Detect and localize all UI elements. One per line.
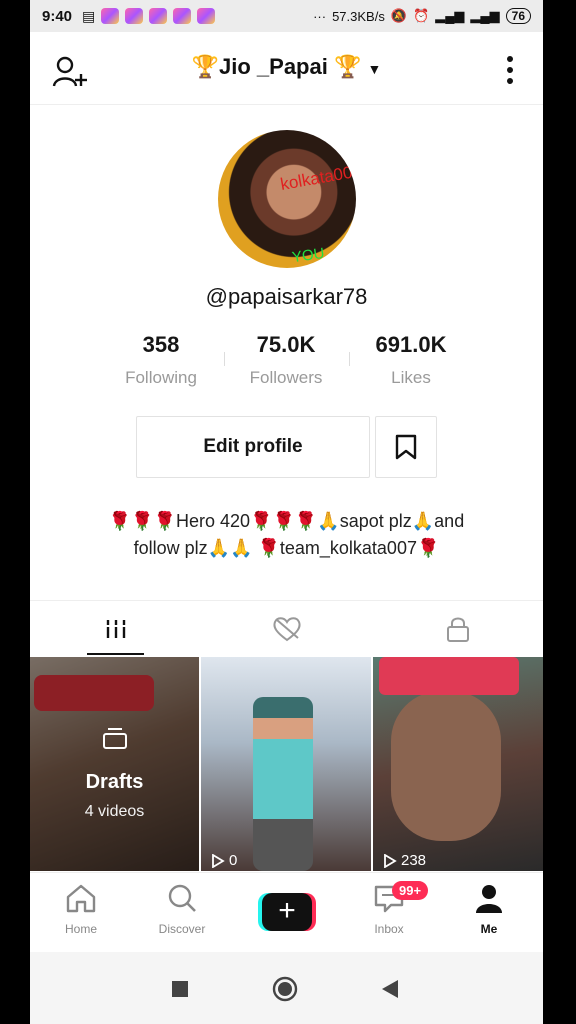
nav-label: Inbox [374,922,404,936]
nav-label: Me [480,922,498,936]
liked-heart-hidden-icon [272,617,301,642]
drafts-icon [103,728,127,749]
video-thumbnail [253,697,313,871]
thumbnail-overlay [30,657,199,871]
system-nav-bar [30,952,543,1024]
drafts-title: Drafts [85,771,144,793]
nav-inbox[interactable]: 99+ Inbox [344,881,434,936]
message-icon: ▤ [82,7,96,24]
alarm-icon: ⏰ [413,8,430,23]
bottom-nav: Home Discover + 99+ Inbox Me [30,872,543,953]
back-icon[interactable] [380,979,400,999]
app-notification-icon [149,8,168,24]
nav-label: Discover [158,922,206,936]
thumbnail-detail [379,657,519,695]
nav-discover[interactable]: Discover [137,883,227,936]
app-notification-icon [125,8,144,24]
notification-icons: ▤ [82,7,216,25]
play-icon [384,853,397,868]
bio: 🌹🌹🌹Hero 420🌹🌹🌹🙏sapot plz🙏and follow plz🙏… [70,508,503,562]
avatar-watermark: YOU [290,244,326,267]
video-tile[interactable]: 0 [201,657,371,871]
inbox-badge: 99+ [392,881,429,900]
avatar-watermark: kolkata007 [278,161,356,195]
create-video-button[interactable]: + [258,893,316,931]
status-right: ··· 57.3KB/s 🔕 ⏰ ▂▄▆ ▂▄▆ 76 [313,8,531,24]
stat-label: Likes [391,368,431,387]
stat-likes[interactable]: 691.0K Likes [336,332,486,388]
video-grid: Drafts 4 videos 0 238 [30,657,543,871]
tab-liked[interactable] [201,601,372,657]
app-notification-icon [173,8,192,24]
username: @papaisarkar78 [205,284,368,309]
mute-icon: 🔕 [390,8,408,23]
app-notification-icon [197,8,216,24]
trophy-icon: 🏆 [333,54,362,79]
more-notifications-icon: ··· [313,8,327,24]
video-tile[interactable]: 238 [373,657,543,871]
stat-divider [224,352,225,366]
tab-private[interactable] [372,601,543,657]
plus-icon: + [262,893,312,931]
battery-icon: 76 [505,8,531,24]
grid-icon [104,620,127,638]
home-icon [66,884,96,913]
play-count: 0 [211,852,237,869]
status-time: 9:40 [42,7,73,25]
favorites-button[interactable] [375,416,437,478]
trophy-icon: 🏆 [191,54,220,79]
nav-home[interactable]: Home [36,883,126,936]
person-icon [476,885,502,913]
drafts-tile[interactable]: Drafts 4 videos [30,657,199,871]
active-tab-indicator [87,653,144,655]
tab-videos[interactable] [30,601,201,657]
bio-line: follow plz🙏🙏 🌹team_kolkata007🌹 [133,538,440,558]
recent-apps-icon[interactable] [171,980,189,998]
network-speed: 57.3KB/s [332,8,385,24]
page-title: Jio _Papai [219,54,328,79]
stat-divider [349,352,350,366]
profile-header: 🏆Jio _Papai 🏆 ▼ [30,36,543,105]
more-options-icon[interactable] [507,56,515,89]
home-circle-icon[interactable] [272,976,298,1002]
lock-icon [446,617,469,642]
account-switcher[interactable]: 🏆Jio _Papai 🏆 ▼ [30,54,543,80]
chevron-down-icon: ▼ [367,61,382,77]
phone-screen: 9:40 ▤ ··· 57.3KB/s 🔕 ⏰ ▂▄▆ ▂▄▆ 76 🏆Jio … [30,0,543,1024]
drafts-count: 4 videos [84,803,145,820]
play-count: 238 [383,852,426,869]
status-bar: 9:40 ▤ ··· 57.3KB/s 🔕 ⏰ ▂▄▆ ▂▄▆ 76 [30,0,543,32]
nav-label: Home [64,922,97,936]
nav-me[interactable]: Me [444,883,534,936]
play-count-value: 238 [401,852,427,869]
content-tabs [30,600,543,657]
signal-icon: ▂▄▆ [435,8,465,23]
play-icon [212,853,225,868]
bio-line: 🌹🌹🌹Hero 420🌹🌹🌹🙏sapot plz🙏and [108,511,465,531]
play-count-value: 0 [229,852,238,869]
stat-value: 691.0K [375,332,447,357]
search-icon [168,884,196,912]
bookmark-icon [395,434,417,460]
video-thumbnail [391,691,501,841]
edit-profile-button[interactable]: Edit profile [136,416,370,478]
app-notification-icon [101,8,120,24]
avatar[interactable]: kolkata007 YOU [218,130,356,268]
signal-icon: ▂▄▆ [470,8,500,23]
